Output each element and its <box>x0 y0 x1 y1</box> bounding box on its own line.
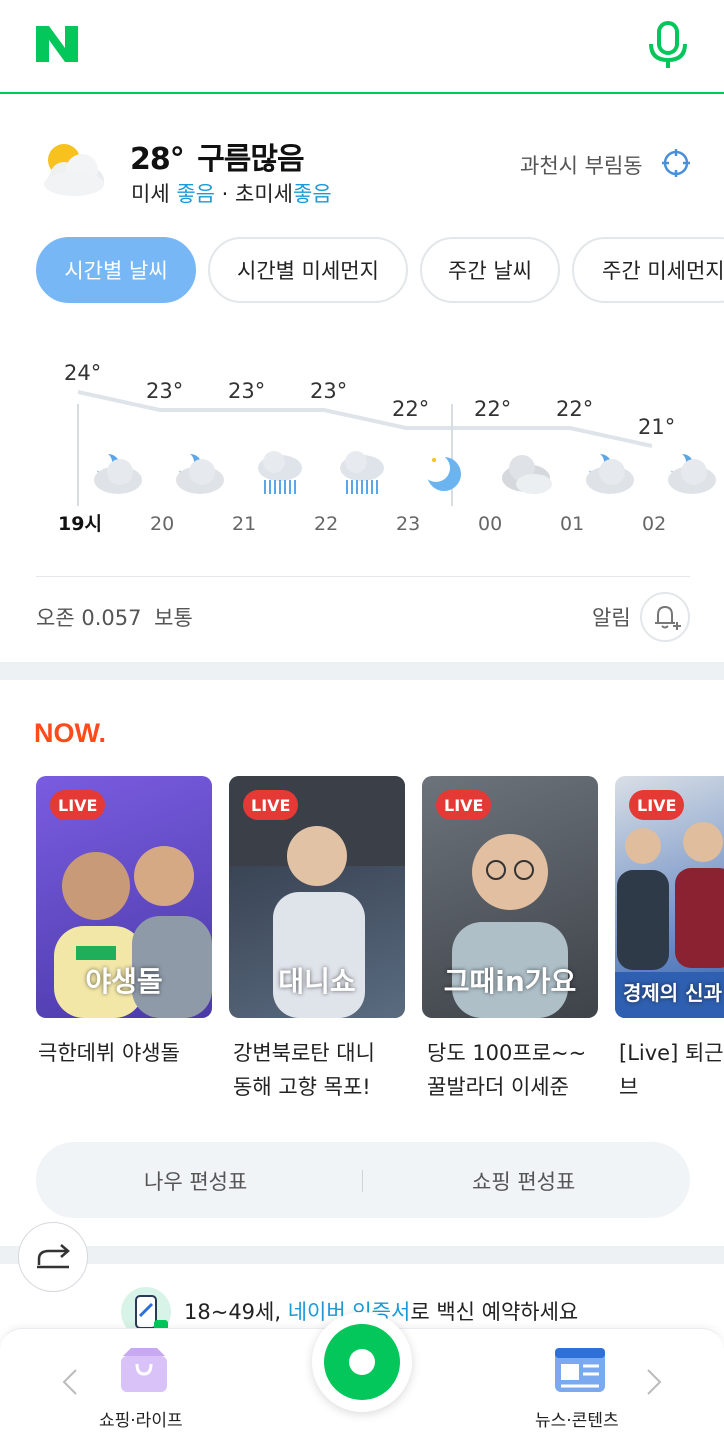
partly-cloudy-icon <box>666 452 716 494</box>
partly-cloudy-icon <box>44 144 104 196</box>
fine-dust-label: 미세 <box>131 182 170 206</box>
cloudy-icon <box>502 455 552 494</box>
show-logo-text: 야생돌 <box>85 965 163 998</box>
alarm-label: 알림 <box>592 606 631 630</box>
title-line: 극한데뷔 야생돌 <box>38 1041 180 1065</box>
shopping-bag-icon[interactable] <box>117 1346 171 1394</box>
now-card-3[interactable]: LIVE 그때in가요 <box>422 776 598 1018</box>
chevron-right-icon[interactable] <box>644 1368 664 1396</box>
ozone-label: 오존 <box>36 606 75 630</box>
top-header <box>0 0 724 94</box>
ozone-status: 보통 <box>154 606 193 630</box>
rain-icon <box>340 451 384 494</box>
microphone-icon[interactable] <box>646 20 690 70</box>
title-line: 꿀발라더 이세준 <box>427 1075 569 1099</box>
schedule-bar: 나우 편성표 쇼핑 편성표 <box>36 1142 690 1218</box>
hour-label: 23 <box>396 513 420 535</box>
hour-label: 22 <box>314 513 338 535</box>
nav-news-contents[interactable]: 뉴스·콘텐츠 <box>535 1406 619 1431</box>
section-separator <box>0 662 724 680</box>
nav-shopping-life[interactable]: 쇼핑·라이프 <box>99 1406 183 1431</box>
hour-label: 21 <box>232 513 256 535</box>
green-dot-button[interactable] <box>312 1312 412 1412</box>
ozone-value: 0.057 <box>81 606 142 630</box>
show-logo-text: 그때in가요 <box>443 965 577 998</box>
gps-target-icon[interactable] <box>661 148 691 178</box>
bell-plus-icon <box>655 605 681 630</box>
hour-temperature: 23° <box>146 379 183 403</box>
hour-label: 01 <box>560 513 584 535</box>
now-card-1-title[interactable]: 극한데뷔 야생돌 <box>38 1036 214 1070</box>
tab-weekly-dust[interactable]: 주간 미세먼지 <box>572 237 724 303</box>
partly-cloudy-icon <box>174 452 224 494</box>
hour-label: 00 <box>478 513 502 535</box>
separator: · <box>221 182 229 206</box>
show-logo-text: 경제의 신과 <box>623 981 722 1005</box>
title-line: 강변북로탄 대니 <box>233 1041 375 1065</box>
news-icon[interactable] <box>553 1346 607 1394</box>
hour-temperature: 22° <box>392 397 429 421</box>
share-button[interactable] <box>18 1222 88 1292</box>
title-line: 당도 100프로~~ <box>427 1041 587 1065</box>
location-label[interactable]: 과천시 부림동 <box>520 150 643 180</box>
naver-logo-icon[interactable] <box>34 24 80 64</box>
temperature-value: 28° <box>130 142 185 177</box>
separator <box>362 1170 363 1192</box>
hour-temperature: 22° <box>556 397 593 421</box>
show-logo-text: 대니쇼 <box>278 965 356 998</box>
now-card-4-title[interactable]: [Live] 퇴근길 브 <box>619 1036 724 1104</box>
tab-weekly-weather[interactable]: 주간 날씨 <box>420 237 560 303</box>
hour-label: 20 <box>150 513 174 535</box>
weather-condition: 구름많음 <box>197 142 304 177</box>
chevron-left-icon[interactable] <box>60 1368 80 1396</box>
promo-suffix: 로 백신 예약하세요 <box>410 1300 579 1324</box>
partly-cloudy-icon <box>92 452 142 494</box>
now-card-1[interactable]: LIVE 야생돌 <box>36 776 212 1018</box>
promo-prefix: 18~49세, <box>184 1300 288 1324</box>
hourly-temperature-chart: 24° 19시 23° 20 23° 21 23° 22 22° 23 22° 00 22° 01 21° 0… <box>58 361 716 535</box>
title-line: 브 <box>619 1075 639 1099</box>
now-card-2[interactable]: LIVE 대니쇼 <box>229 776 405 1018</box>
now-schedule-button[interactable]: 나우 편성표 <box>144 1166 247 1196</box>
alarm-button[interactable] <box>640 592 690 642</box>
hour-temperature: 21° <box>638 415 675 439</box>
section-separator <box>0 1246 724 1264</box>
hour-temperature: 23° <box>228 379 265 403</box>
ultra-fine-dust-label: 초미세 <box>235 182 293 206</box>
shopping-schedule-button[interactable]: 쇼핑 편성표 <box>472 1166 575 1196</box>
now-card-2-title[interactable]: 강변북로탄 대니 동해 고향 목포! <box>233 1036 409 1104</box>
live-badge: LIVE <box>436 790 492 820</box>
current-temperature: 28° 구름많음 <box>130 134 305 178</box>
tab-hourly-dust[interactable]: 시간별 미세먼지 <box>208 237 408 303</box>
now-card-3-title[interactable]: 당도 100프로~~ 꿀발라더 이세준 <box>427 1036 603 1104</box>
moon-icon <box>422 454 461 491</box>
share-arrow-icon <box>37 1244 70 1269</box>
tab-hourly-weather[interactable]: 시간별 날씨 <box>36 237 196 303</box>
now-logo-icon[interactable]: NOW. <box>34 718 124 746</box>
partly-cloudy-icon <box>584 452 634 494</box>
live-badge: LIVE <box>629 790 685 820</box>
fine-dust-value: 좋음 <box>176 182 215 206</box>
live-badge: LIVE <box>243 790 299 820</box>
hour-temperature: 23° <box>310 379 347 403</box>
green-dot-icon <box>324 1324 400 1400</box>
hour-label: 19시 <box>58 513 102 535</box>
ozone-info: 오존 0.057 보통 <box>36 602 193 632</box>
title-line: 동해 고향 목포! <box>233 1075 371 1099</box>
svg-text:NOW.: NOW. <box>34 718 106 746</box>
hour-temperature: 22° <box>474 397 511 421</box>
divider <box>36 576 690 577</box>
ultra-fine-dust-value: 좋음 <box>293 182 332 206</box>
naver-home-page: 28° 구름많음 미세 좋음 · 초미세좋음 과천시 부림동 시간별 날씨 시간… <box>0 0 724 1438</box>
rain-icon <box>258 451 302 494</box>
live-badge: LIVE <box>50 790 106 820</box>
hour-temperature: 24° <box>64 361 101 385</box>
title-line: [Live] 퇴근길 <box>619 1041 724 1065</box>
hour-label: 02 <box>642 513 666 535</box>
now-card-4[interactable]: LIVE 경제의 신과 <box>615 776 724 1018</box>
dust-status: 미세 좋음 · 초미세좋음 <box>131 178 332 208</box>
